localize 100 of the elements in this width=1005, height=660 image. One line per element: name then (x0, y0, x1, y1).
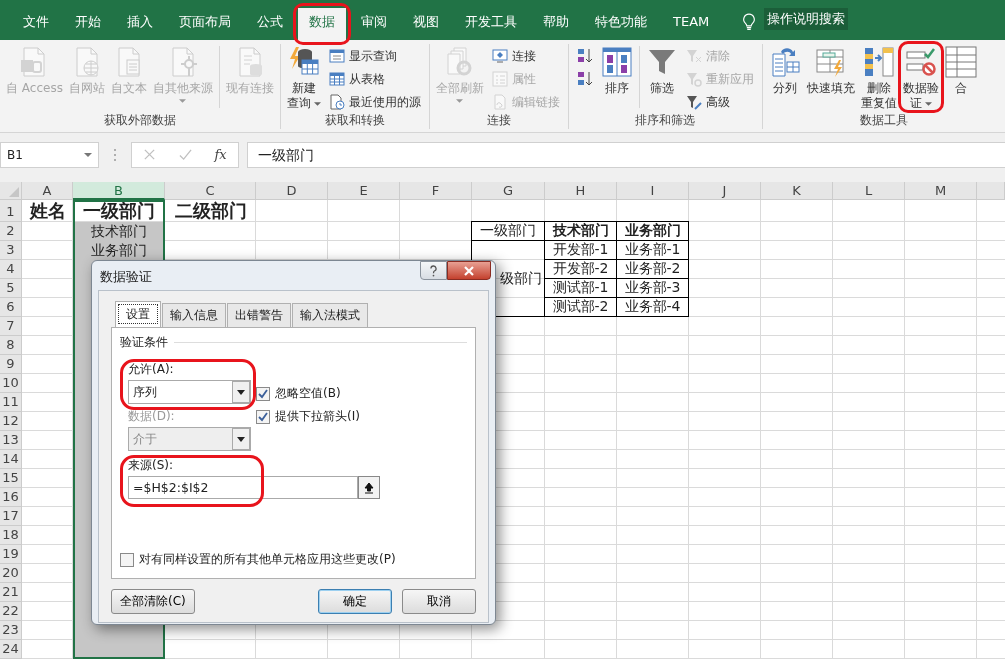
row-header[interactable]: 18 (0, 526, 22, 545)
help-button[interactable] (420, 261, 447, 280)
ribbon-button[interactable]: 快速填充 (803, 44, 858, 96)
row-header[interactable]: 20 (0, 564, 22, 583)
ribbon-button[interactable]: 显示查询 (325, 46, 424, 66)
ribbon-tab[interactable]: 开始 (64, 8, 112, 40)
group-label: 连接 (485, 113, 512, 129)
ribbon-tab[interactable]: 数据 (298, 8, 346, 40)
row-header[interactable]: 22 (0, 602, 22, 621)
dialog-tab[interactable]: 设置 (115, 301, 161, 327)
column-header[interactable]: K (761, 182, 833, 200)
row-header[interactable]: 21 (0, 583, 22, 602)
column-header[interactable]: J (689, 182, 761, 200)
ribbon-tab[interactable]: TEAM (662, 8, 721, 40)
row-header[interactable]: 11 (0, 393, 22, 412)
column-header[interactable]: F (400, 182, 472, 200)
row-header[interactable]: 3 (0, 241, 22, 260)
list-icon (491, 71, 508, 87)
ribbon-button[interactable]: 新建 查询 (283, 44, 324, 111)
document-clock-icon (328, 94, 345, 110)
column-header[interactable]: C (165, 182, 256, 200)
column-header[interactable]: E (328, 182, 400, 200)
ribbon-button[interactable]: 数据验 证 (899, 44, 942, 111)
table-cell: 测试部-2 (544, 297, 617, 317)
row-header[interactable]: 14 (0, 450, 22, 469)
row-header[interactable]: 10 (0, 374, 22, 393)
column-header[interactable]: M (905, 182, 977, 200)
dialog-tab[interactable]: 输入信息 (162, 303, 226, 327)
column-header[interactable]: A (22, 182, 73, 200)
sort-ascending-icon (576, 48, 593, 64)
checkbox[interactable] (256, 386, 270, 401)
row-header[interactable]: 19 (0, 545, 22, 564)
row-header[interactable]: 13 (0, 431, 22, 450)
row-header[interactable]: 5 (0, 279, 22, 298)
column-header[interactable]: G (472, 182, 545, 200)
row-header[interactable]: 9 (0, 355, 22, 374)
group-label: 获取外部数据 (102, 113, 177, 129)
column-header[interactable]: I (617, 182, 689, 200)
checkbox[interactable] (256, 409, 270, 424)
ribbon-tab[interactable]: 审阅 (350, 8, 398, 40)
name-box[interactable]: B1 (0, 141, 99, 168)
table-icon (328, 71, 345, 87)
ribbon-button[interactable]: 排序 (597, 44, 636, 96)
ribbon-button[interactable]: 分列 (765, 44, 804, 96)
column-header[interactable]: D (256, 182, 328, 200)
filter-refresh-icon (685, 71, 702, 87)
row-header[interactable]: 16 (0, 488, 22, 507)
ribbon-button[interactable]: 连接 (488, 46, 563, 66)
formula-input[interactable]: 一级部门 (247, 141, 1005, 168)
column-header[interactable]: B (73, 182, 165, 200)
group-label: 排序和筛选 (634, 113, 697, 129)
ribbon-tab[interactable]: 开发工具 (454, 8, 528, 40)
row-header[interactable]: 6 (0, 298, 22, 317)
ribbon-tab[interactable]: 视图 (402, 8, 450, 40)
collapse-button[interactable] (358, 476, 380, 499)
ribbon-button[interactable]: 筛选 (642, 44, 681, 96)
ribbon-tab[interactable]: 帮助 (532, 8, 580, 40)
table-cell: 一级部门 (471, 221, 545, 241)
ribbon-button[interactable]: 最近使用的源 (325, 92, 424, 112)
field-label: 来源(S): (128, 457, 175, 474)
close-button[interactable] (447, 261, 491, 280)
ribbon-button[interactable]: 合 (941, 44, 980, 96)
row-header[interactable]: 23 (0, 621, 22, 640)
column-header[interactable]: H (545, 182, 617, 200)
row-header[interactable]: 12 (0, 412, 22, 431)
group-label: 数据工具 (858, 113, 909, 129)
row-header[interactable]: 7 (0, 317, 22, 336)
search-box[interactable]: 操作说明搜索 (764, 8, 849, 30)
ribbon-tab[interactable]: 页面布局 (168, 8, 242, 40)
row-header[interactable]: 2 (0, 222, 22, 241)
ribbon-tab[interactable]: 公式 (246, 8, 294, 40)
row-header[interactable]: 24 (0, 640, 22, 659)
row-header[interactable]: 8 (0, 336, 22, 355)
lightbulb-icon (742, 13, 757, 31)
row-header[interactable]: 1 (0, 200, 22, 222)
close-icon (463, 265, 475, 276)
source-field[interactable]: =$H$2:$I$2 (128, 476, 359, 499)
dialog-button[interactable]: 全部清除(C) (111, 589, 195, 614)
checkbox[interactable] (120, 552, 134, 567)
caret-icon (456, 99, 464, 103)
dialog-tab[interactable]: 出错警告 (227, 303, 291, 327)
ribbon-button[interactable]: 删除 重复值 (857, 44, 900, 111)
row-header[interactable]: 17 (0, 507, 22, 526)
ribbon-button[interactable]: 高级 (682, 92, 757, 112)
insert-function-button[interactable]: fx (214, 147, 227, 162)
dialog-button[interactable]: 取消 (402, 589, 476, 614)
field-label: 数据(D): (128, 408, 176, 425)
table-cell-text: 姓名 (28, 200, 67, 222)
ribbon-tab[interactable]: 文件 (12, 8, 60, 40)
row-header[interactable]: 4 (0, 260, 22, 279)
dialog-button[interactable]: 确定 (318, 589, 392, 614)
column-header[interactable]: L (833, 182, 905, 200)
ribbon-button[interactable]: 从表格 (325, 69, 424, 89)
window-icon (328, 48, 345, 64)
filter-clear-icon (685, 48, 702, 64)
ribbon-tab[interactable]: 特色功能 (584, 8, 658, 40)
dialog-tab[interactable]: 输入法模式 (292, 303, 368, 327)
row-header[interactable]: 15 (0, 469, 22, 488)
table-icon (944, 46, 977, 78)
ribbon-tab[interactable]: 插入 (116, 8, 164, 40)
